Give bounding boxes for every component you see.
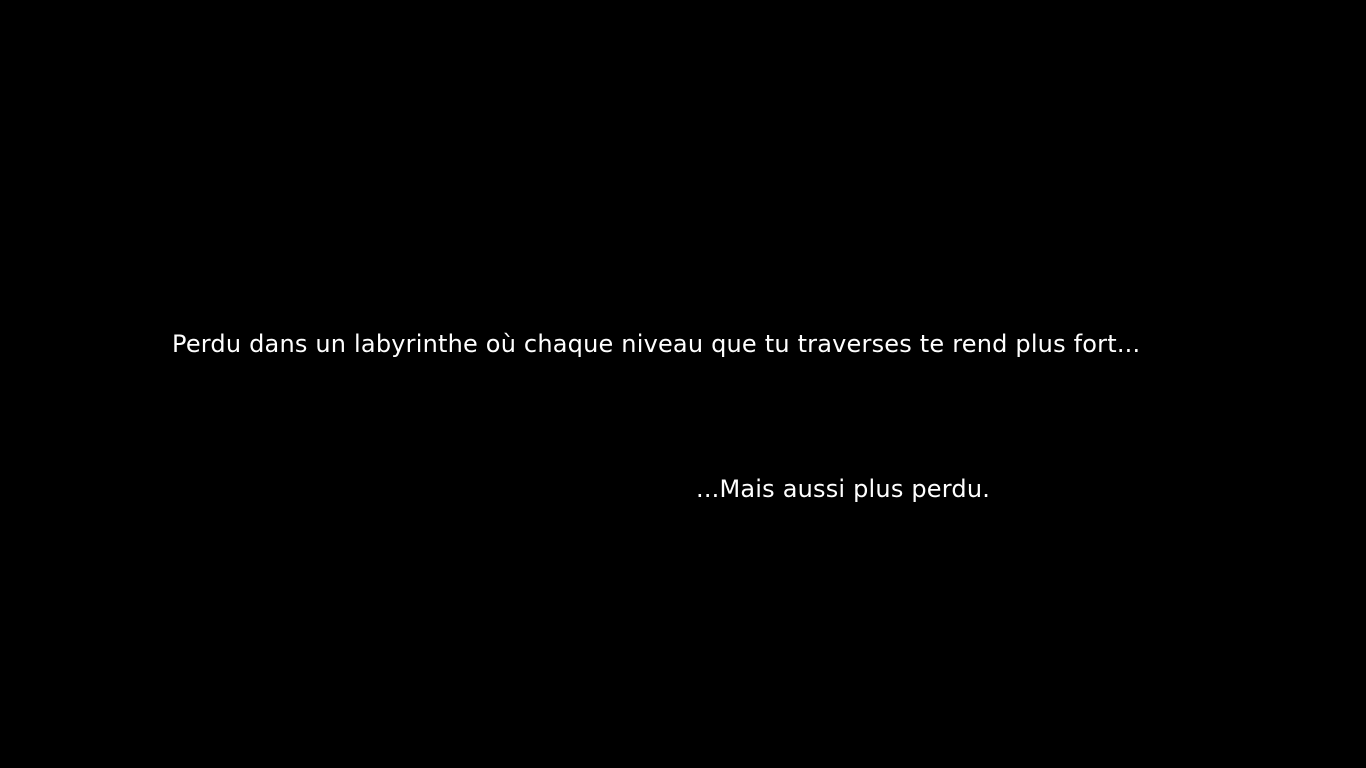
- intro-text-line-2: ...Mais aussi plus perdu.: [696, 475, 991, 503]
- intro-screen: Perdu dans un labyrinthe où chaque nivea…: [0, 0, 1366, 768]
- intro-text-line-1: Perdu dans un labyrinthe où chaque nivea…: [172, 330, 1141, 358]
